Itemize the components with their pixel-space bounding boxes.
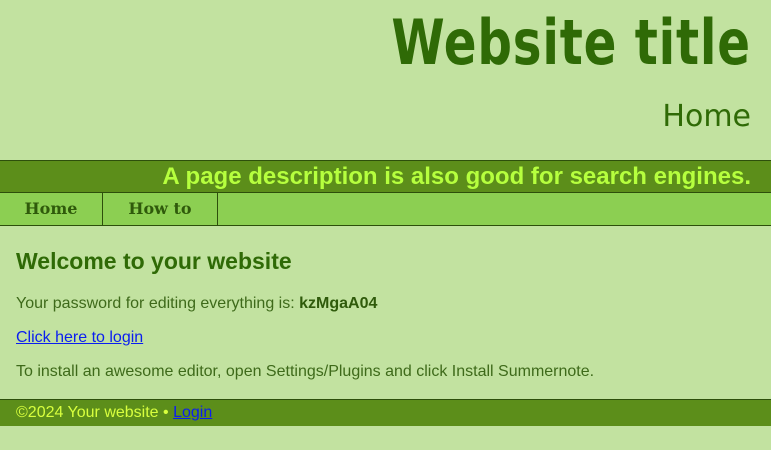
login-line: Click here to login: [16, 329, 143, 347]
page-description: A page description is also good for sear…: [162, 163, 751, 190]
footer-text: ©2024 Your website • Login: [16, 404, 212, 422]
footer-login-link[interactable]: Login: [173, 404, 212, 421]
page-title: Home: [662, 99, 751, 134]
password-line: Your password for editing everything is:…: [16, 295, 377, 313]
install-instructions: To install an awesome editor, open Setti…: [16, 363, 595, 380]
description-bar: A page description is also good for sear…: [0, 160, 771, 193]
nav-item-how-to[interactable]: How to: [103, 193, 218, 225]
nav-item-home[interactable]: Home: [0, 193, 103, 225]
site-footer: ©2024 Your website • Login: [0, 399, 771, 426]
welcome-heading: Welcome to your website: [16, 248, 292, 274]
login-link[interactable]: Click here to login: [16, 329, 143, 346]
password-label: Your password for editing everything is:: [16, 295, 300, 312]
main-content: Welcome to your website Your password fo…: [16, 238, 756, 380]
site-title: Website title: [391, 6, 751, 79]
footer-copyright: ©2024 Your website •: [16, 404, 174, 421]
password-value: kzMgaA04: [299, 295, 378, 312]
site-header: Website title Home: [0, 0, 771, 160]
main-nav: Home How to: [0, 193, 771, 226]
